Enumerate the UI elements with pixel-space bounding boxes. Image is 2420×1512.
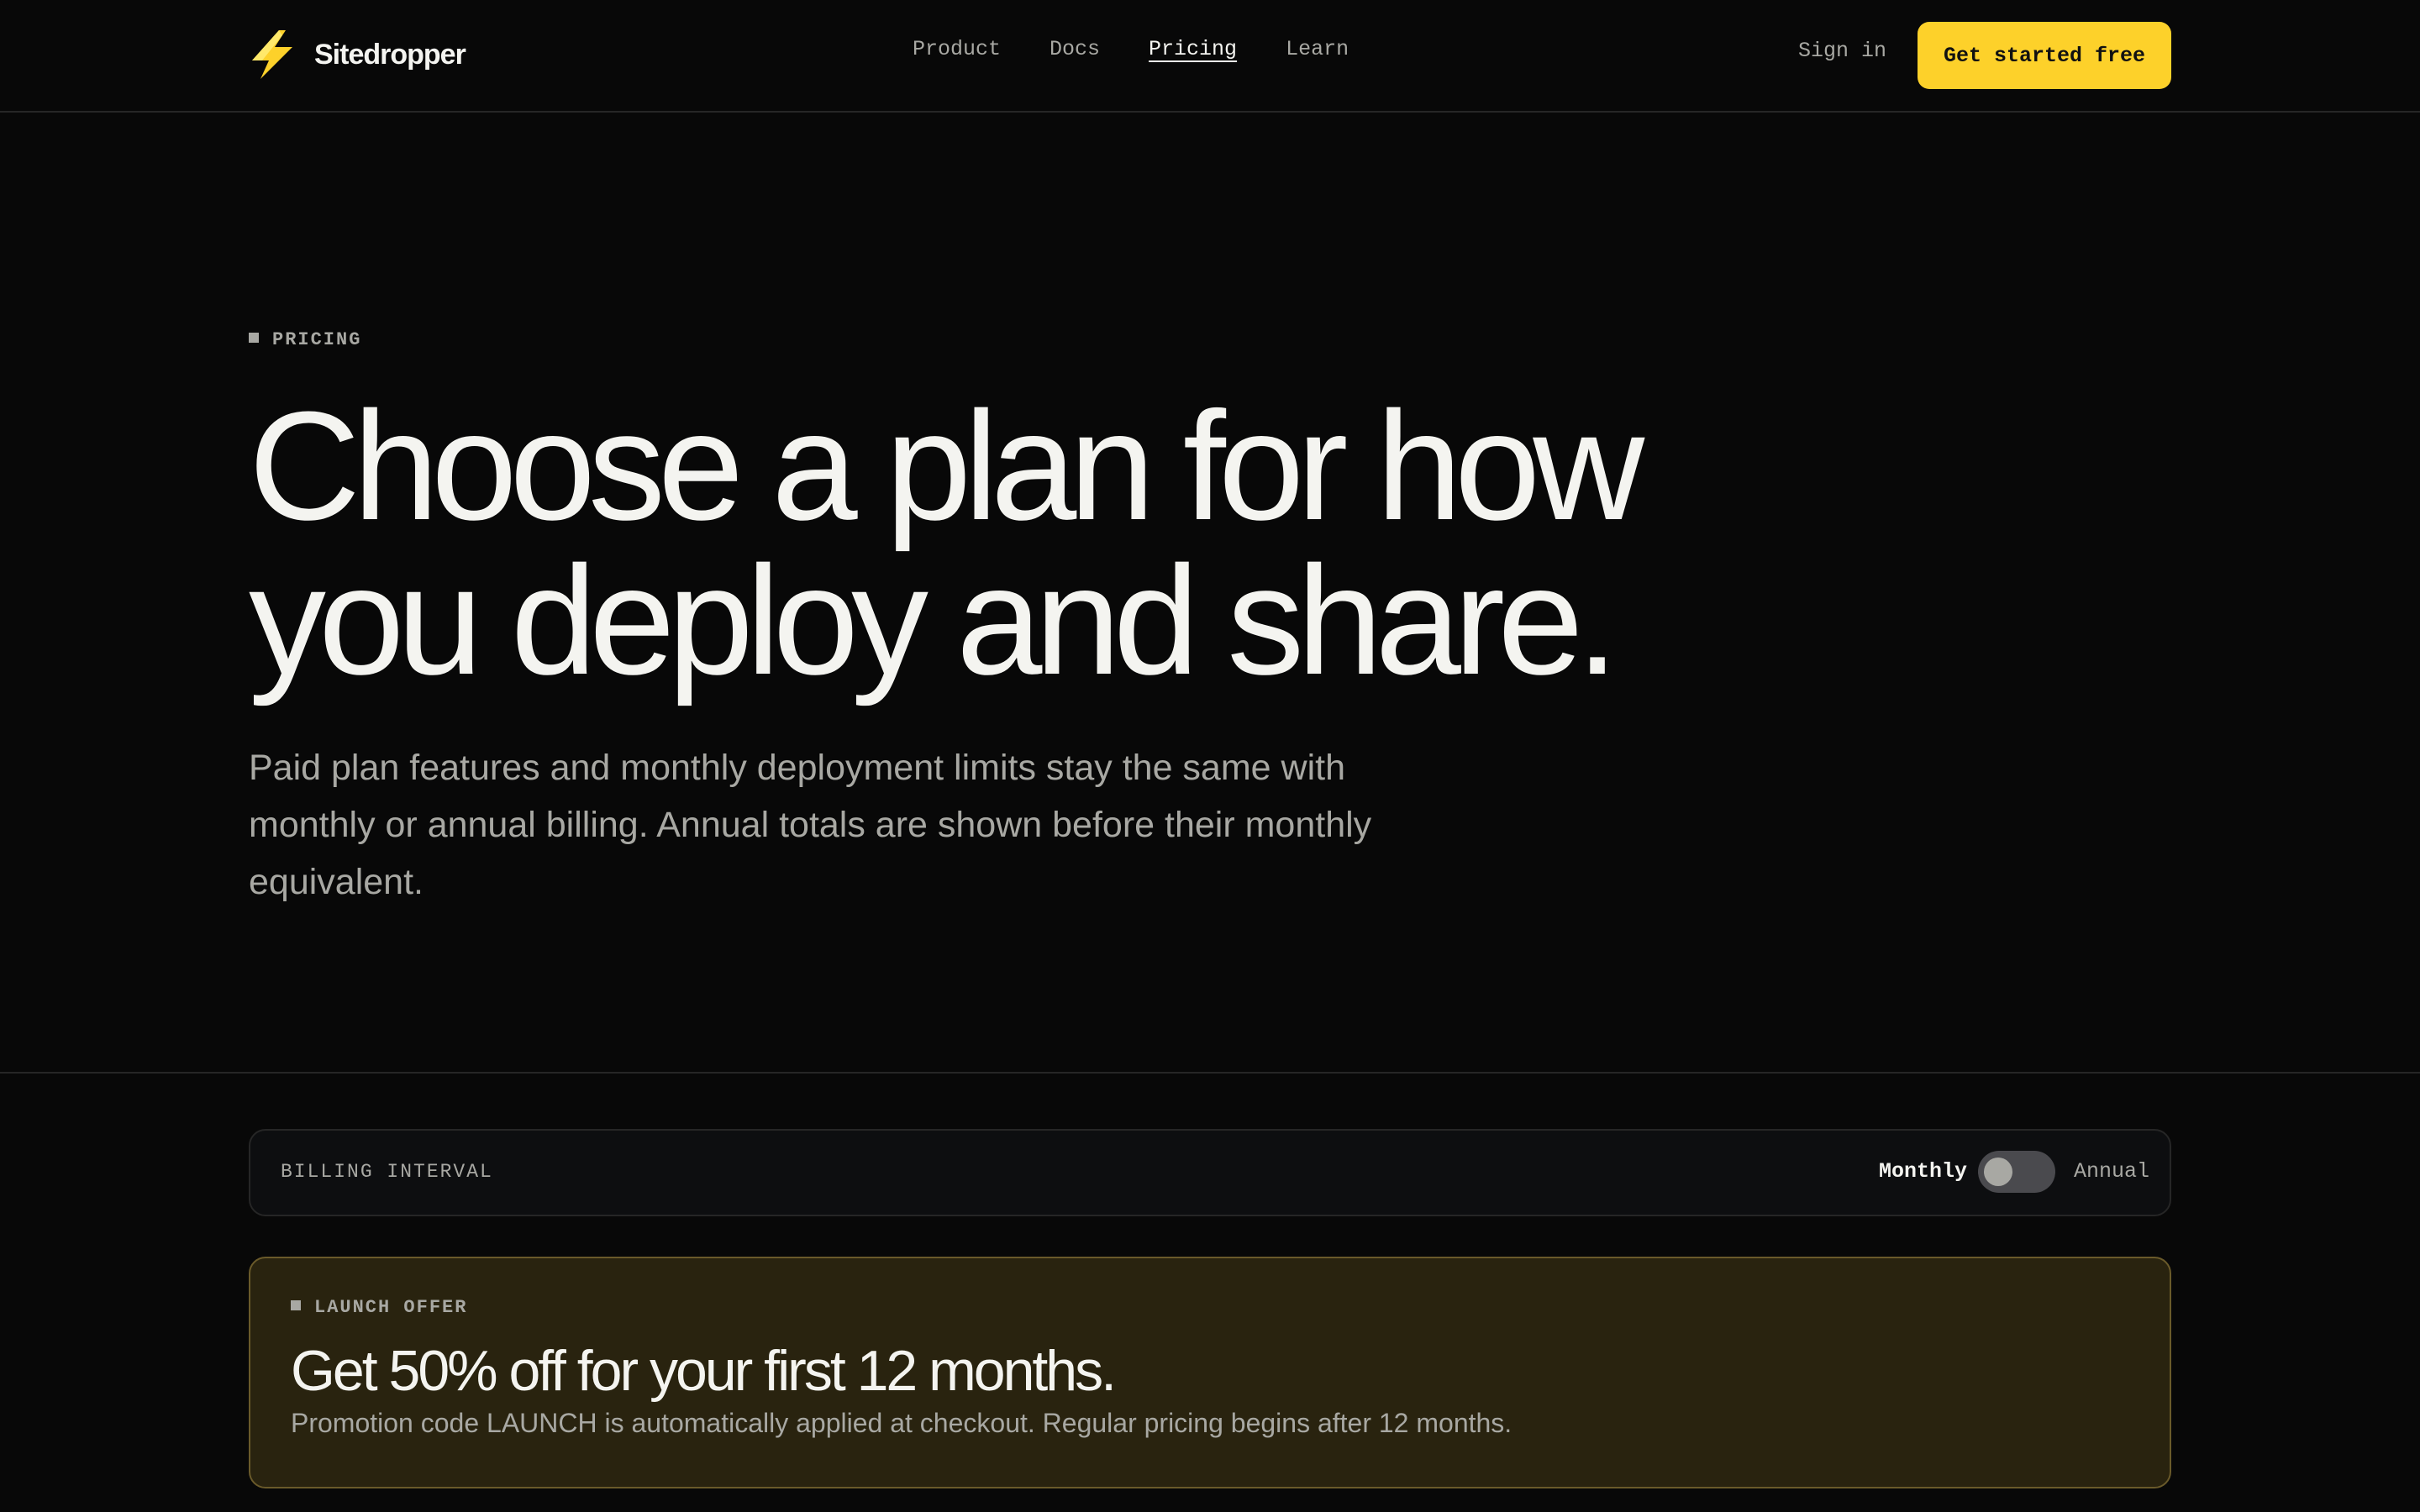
offer-title: Get 50% off for your first 12 months. [291,1339,1117,1403]
nav-link-product[interactable]: Product [913,37,1001,61]
square-bullet-icon [249,332,259,343]
hero-eyebrow: PRICING [249,329,361,350]
billing-interval-bar: BILLING INTERVAL Monthly Annual [249,1129,2171,1216]
main-nav-links: Product Docs Pricing Learn [913,37,1349,61]
section-divider [0,1072,2420,1074]
square-bullet-icon [291,1299,301,1310]
nav-link-docs[interactable]: Docs [1050,37,1100,61]
top-nav: Sitedropper Product Docs Pricing Learn S… [0,0,2420,113]
nav-link-pricing[interactable]: Pricing [1149,37,1237,61]
hero-eyebrow-label: PRICING [272,329,362,350]
billing-option-annual[interactable]: Annual [2074,1159,2149,1184]
billing-interval-toggle[interactable] [1978,1151,2055,1193]
billing-interval-label: BILLING INTERVAL [281,1161,493,1183]
page-subtitle: Paid plan features and monthly deploymen… [249,748,1372,902]
brand-name: Sitedropper [314,38,466,71]
offer-eyebrow: LAUNCH OFFER [291,1297,467,1318]
launch-offer-banner: LAUNCH OFFER Get 50% off for your first … [249,1257,2171,1488]
billing-option-monthly[interactable]: Monthly [1879,1159,1967,1184]
sign-in-link[interactable]: Sign in [1798,39,1886,63]
page-title: Choose a plan for how you deploy and sha… [249,379,1644,706]
nav-link-learn[interactable]: Learn [1286,37,1349,61]
offer-eyebrow-label: LAUNCH OFFER [314,1297,468,1318]
offer-description: Promotion code LAUNCH is automatically a… [291,1408,1512,1438]
toggle-knob [1984,1158,2012,1186]
get-started-button[interactable]: Get started free [1918,22,2171,89]
brand-logo[interactable]: Sitedropper [249,29,466,81]
lightning-bolt-icon [252,30,292,79]
